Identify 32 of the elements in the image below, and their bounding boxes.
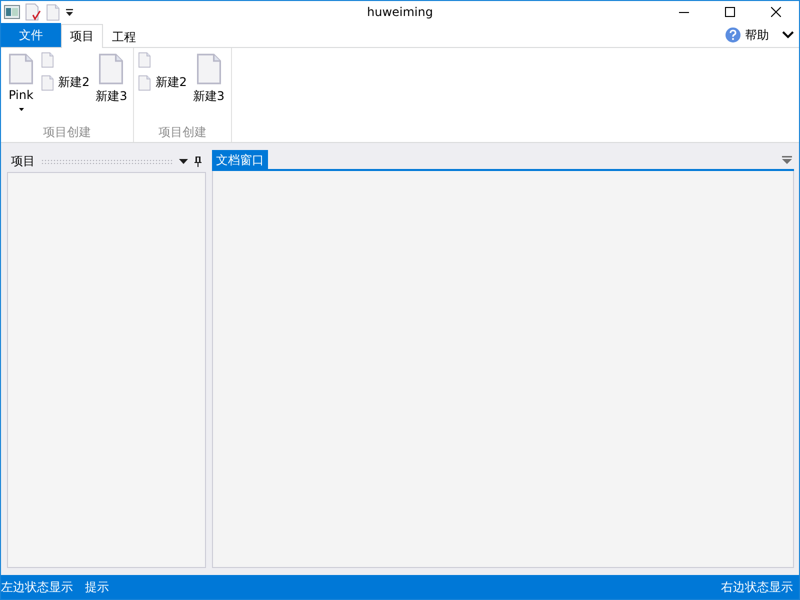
page-icon <box>138 74 152 90</box>
ribbon-tab[interactable]: 工程 <box>103 25 145 48</box>
new-page-button[interactable]: 新建2 <box>138 74 187 91</box>
ribbon-tab[interactable]: 项目 <box>61 24 103 48</box>
new-page-button[interactable]: 新建3 <box>94 51 130 113</box>
new-page-button[interactable]: 新建2 <box>41 74 90 91</box>
help-icon <box>725 27 741 43</box>
group-label: 项目创建 <box>158 125 206 139</box>
close-icon <box>771 7 781 17</box>
help-button[interactable]: 帮助 <box>745 26 769 44</box>
document-tab[interactable]: 文档窗口 <box>212 150 268 169</box>
page-icon <box>7 53 35 85</box>
chevron-down-icon[interactable] <box>781 30 795 40</box>
panel-title: 项目 <box>11 152 35 170</box>
app-icon <box>4 5 20 19</box>
checked-page-icon[interactable] <box>25 3 41 21</box>
group-label: 项目创建 <box>43 125 92 139</box>
status-text: 提示 <box>85 578 109 596</box>
pin-icon[interactable] <box>194 156 202 166</box>
status-text: 左边状态显示 <box>1 578 73 596</box>
file-menu-tab[interactable]: 文件 <box>1 23 61 47</box>
page-icon <box>97 53 126 85</box>
maximize-icon <box>725 7 735 17</box>
dropdown-arrow-icon[interactable] <box>179 158 188 164</box>
page-icon <box>194 53 223 85</box>
new-page-button[interactable]: Pink <box>5 51 37 113</box>
caret-icon[interactable] <box>65 8 74 16</box>
page-icon <box>46 4 60 20</box>
status-text: 右边状态显示 <box>721 578 793 596</box>
page-icon <box>41 74 54 90</box>
window-title: huweiming <box>367 5 433 19</box>
new-page-button[interactable]: 新建3 <box>190 51 227 113</box>
